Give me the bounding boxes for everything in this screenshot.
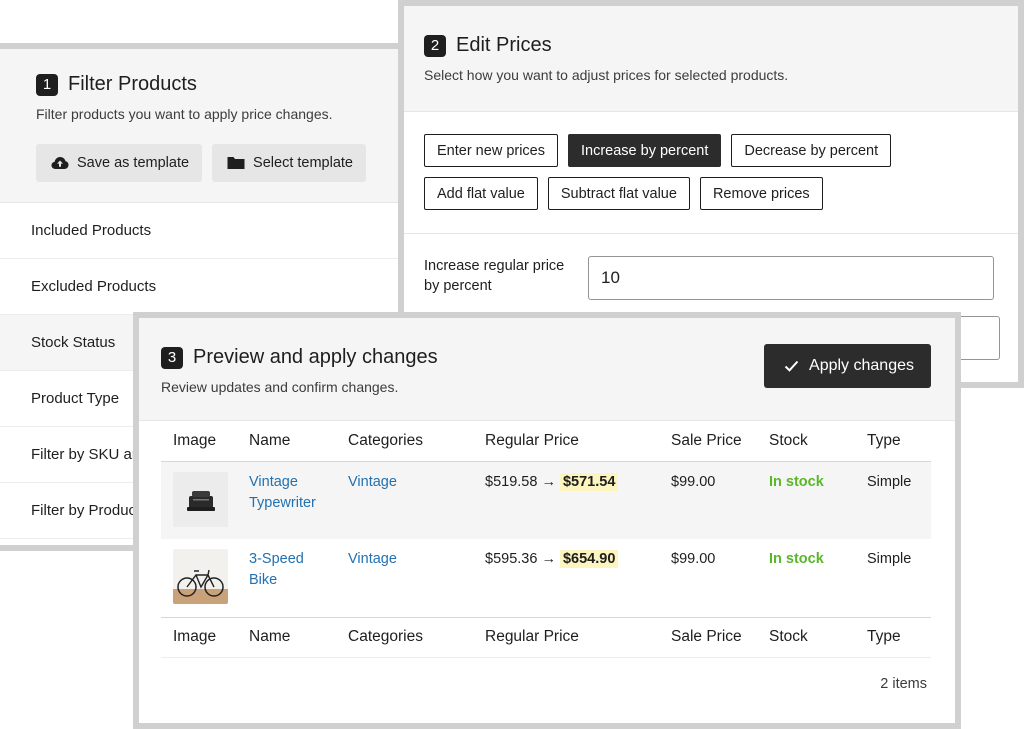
table-footer-row: Image Name Categories Regular Price Sale… <box>161 616 931 658</box>
apply-changes-label: Apply changes <box>809 357 914 374</box>
step-number: 2 <box>424 34 446 57</box>
step-number: 1 <box>36 73 58 96</box>
filter-row-label: Excluded Products <box>31 278 157 295</box>
product-category-link[interactable]: Vintage <box>348 474 397 490</box>
filter-excluded-products[interactable]: Excluded Products <box>0 259 404 315</box>
column-header: Type <box>855 421 931 462</box>
filter-row-label: Product Type <box>31 390 120 407</box>
column-footer: Categories <box>336 616 473 658</box>
product-name-link[interactable]: 3-Speed Bike <box>249 551 304 588</box>
edit-prices-subtitle: Select how you want to adjust prices for… <box>424 67 789 83</box>
column-footer: Image <box>161 616 237 658</box>
column-footer: Stock <box>757 616 855 658</box>
stock-status: In stock <box>769 551 824 567</box>
stock-status: In stock <box>769 473 824 490</box>
apply-changes-button[interactable]: Apply changes <box>764 344 931 388</box>
table-row: Vintage Typewriter Vintage $519.58 → $57… <box>161 461 931 539</box>
product-type: Simple <box>867 473 912 490</box>
new-price: $571.54 <box>559 472 619 491</box>
sale-price: $99.00 <box>671 473 716 490</box>
column-header[interactable]: Regular Price <box>473 421 659 462</box>
product-name-link[interactable]: Vintage Typewriter <box>249 474 316 511</box>
checkmark-icon <box>784 360 799 372</box>
save-as-template-label: Save as template <box>77 155 190 171</box>
step-number: 3 <box>161 346 183 369</box>
regular-price-percent-input[interactable] <box>588 256 994 300</box>
column-header: Image <box>161 421 237 462</box>
edit-prices-title: Edit Prices <box>456 34 552 56</box>
decrease-by-percent-button[interactable]: Decrease by percent <box>731 134 892 167</box>
bike-thumbnail <box>173 549 228 604</box>
column-header[interactable]: Name <box>237 421 336 462</box>
regular-price-label: Increase regular price by percent <box>424 258 565 294</box>
column-header[interactable]: Sale Price <box>659 421 757 462</box>
preview-panel: 3 Preview and apply changes Review updat… <box>133 312 961 729</box>
column-footer[interactable]: Sale Price <box>659 616 757 658</box>
preview-header: 3 Preview and apply changes Review updat… <box>139 318 955 421</box>
filter-products-title: Filter Products <box>68 73 197 95</box>
preview-title: Preview and apply changes <box>193 346 438 368</box>
subtract-flat-value-button[interactable]: Subtract flat value <box>547 177 690 210</box>
enter-new-prices-button[interactable]: Enter new prices <box>424 134 558 167</box>
product-type: Simple <box>867 551 912 567</box>
column-header: Stock <box>757 421 855 462</box>
price-mode-section: Enter new prices Increase by percent Dec… <box>404 112 1018 234</box>
old-price: $519.58 → <box>485 473 556 490</box>
save-as-template-button[interactable]: Save as template <box>36 144 203 182</box>
add-flat-value-button[interactable]: Add flat value <box>424 177 538 210</box>
edit-prices-header: 2 Edit Prices Select how you want to adj… <box>404 6 1018 112</box>
increase-by-percent-button[interactable]: Increase by percent <box>568 134 722 167</box>
column-header: Categories <box>336 421 473 462</box>
filter-products-subtitle: Filter products you want to apply price … <box>36 106 333 122</box>
filter-included-products[interactable]: Included Products <box>0 203 404 259</box>
table-row: 3-Speed Bike Vintage $595.36 → $654.90 $… <box>161 539 931 617</box>
filter-products-header: 1 Filter Products Filter products you wa… <box>0 49 404 203</box>
items-count: 2 items <box>880 675 927 692</box>
column-footer[interactable]: Regular Price <box>473 616 659 658</box>
preview-table: Image Name Categories Regular Price Sale… <box>161 421 931 658</box>
product-category-link[interactable]: Vintage <box>348 551 397 567</box>
old-price: $595.36 → <box>485 551 556 567</box>
typewriter-thumbnail <box>173 471 228 527</box>
filter-row-label: Filter by SKU ar <box>31 446 137 463</box>
select-template-button[interactable]: Select template <box>212 144 366 182</box>
filter-row-label: Stock Status <box>31 334 116 351</box>
filter-row-label: Included Products <box>31 222 152 239</box>
folder-icon <box>227 157 245 169</box>
filter-row-label: Filter by Produc <box>31 502 137 519</box>
table-header-row: Image Name Categories Regular Price Sale… <box>161 421 931 462</box>
column-footer: Type <box>855 616 931 658</box>
select-template-label: Select template <box>253 155 353 171</box>
column-footer[interactable]: Name <box>237 616 336 658</box>
sale-price: $99.00 <box>671 551 716 567</box>
cloud-upload-icon <box>51 157 69 169</box>
new-price: $654.90 <box>559 550 619 568</box>
remove-prices-button[interactable]: Remove prices <box>699 177 823 210</box>
